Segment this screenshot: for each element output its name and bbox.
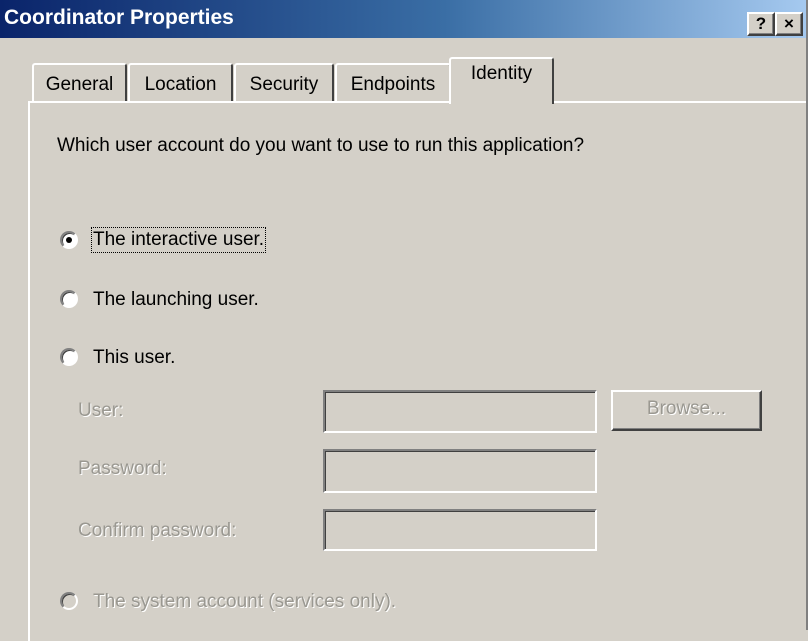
window-title: Coordinator Properties: [4, 6, 234, 29]
system-account-radio[interactable]: [60, 592, 78, 610]
confirm-password-input[interactable]: [323, 509, 597, 551]
account-question: Which user account do you want to use to…: [57, 135, 585, 156]
user-input[interactable]: [323, 390, 597, 433]
interactive-user-radio[interactable]: [60, 231, 78, 249]
launching-user-radio[interactable]: [60, 290, 78, 308]
password-label: Password:: [78, 458, 167, 479]
password-input[interactable]: [323, 449, 597, 493]
this-user-radio[interactable]: [60, 348, 78, 366]
tab-endpoints[interactable]: Endpoints: [335, 63, 451, 101]
identity-panel: [28, 101, 808, 641]
tab-general[interactable]: General: [32, 63, 127, 101]
user-label: User:: [78, 400, 124, 421]
browse-button[interactable]: Browse...: [611, 390, 762, 431]
interactive-user-label[interactable]: The interactive user.: [90, 227, 267, 253]
radio-selected-dot: [66, 237, 72, 243]
confirm-password-label: Confirm password:: [78, 520, 237, 541]
title-bar: Coordinator Properties ? ×: [0, 0, 808, 38]
this-user-label[interactable]: This user.: [93, 347, 175, 369]
tab-identity[interactable]: Identity: [449, 57, 554, 104]
tab-location[interactable]: Location: [128, 63, 233, 101]
launching-user-label[interactable]: The launching user.: [93, 289, 259, 311]
help-button[interactable]: ?: [747, 12, 775, 36]
system-account-label[interactable]: The system account (services only).: [93, 591, 396, 613]
tab-security[interactable]: Security: [234, 63, 334, 101]
close-button[interactable]: ×: [775, 12, 803, 36]
